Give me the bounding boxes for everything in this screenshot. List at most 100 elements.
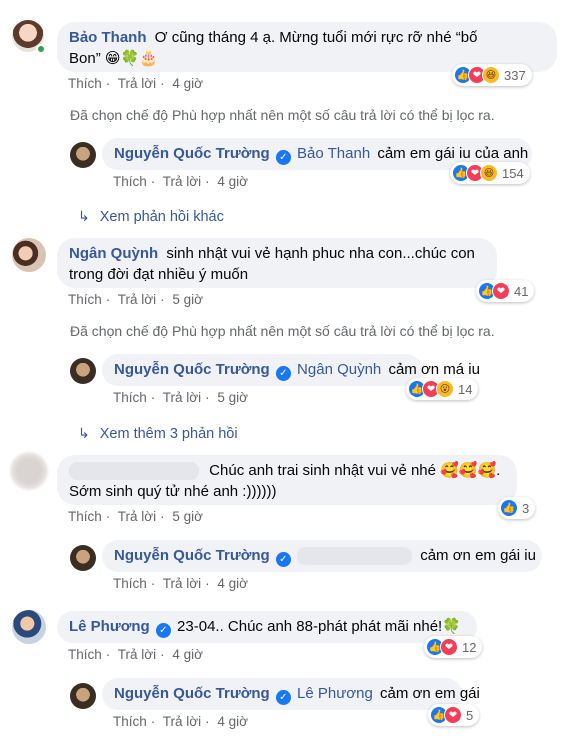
reply-actions: Thích · Trả lời · 4 giờ (113, 576, 249, 591)
avatar[interactable] (70, 142, 96, 168)
avatar[interactable] (70, 358, 96, 384)
reply-text: cảm ơn má iu (388, 361, 480, 378)
verified-check-icon: ✓ (275, 552, 291, 567)
reply-actions: Thích · Trả lời · 5 giờ (113, 390, 249, 405)
reaction-count: 154 (502, 165, 524, 181)
filter-notice: Đã chọn chế độ Phù hợp nhất nên một số c… (70, 323, 495, 339)
like-button[interactable]: Thích (113, 390, 147, 405)
like-button[interactable]: Thích (68, 509, 102, 524)
like-button[interactable]: Thích (113, 174, 147, 189)
wow-reaction-icon: 😮 (436, 380, 454, 398)
reaction-summary[interactable]: 👍 ❤ 41 (476, 280, 535, 302)
like-button[interactable]: Thích (113, 576, 147, 591)
reply-author[interactable]: Nguyễn Quốc Trường (114, 145, 270, 162)
mention-tag[interactable]: Lê Phương (297, 685, 373, 702)
reply-time: 5 giờ (217, 390, 249, 405)
comment-actions: Thích · Trả lời · 4 giờ (68, 76, 204, 91)
reply-author[interactable]: Nguyễn Quốc Trường (114, 361, 270, 378)
comment-time: 4 giờ (172, 76, 204, 91)
filter-notice: Đã chọn chế độ Phù hợp nhất nên một số c… (70, 107, 495, 123)
comment-author[interactable]: Lê Phương (69, 618, 150, 635)
like-button[interactable]: Thích (68, 647, 102, 662)
comment-bubble: Ngân Quỳnh sinh nhật vui vẻ hạnh phuc nh… (57, 238, 497, 288)
mention-tag-redacted[interactable] (297, 547, 413, 566)
like-button[interactable]: Thích (68, 292, 102, 307)
comment-author-redacted[interactable] (69, 462, 199, 481)
reply-author[interactable]: Nguyễn Quốc Trường (114, 547, 270, 564)
verified-check-icon: ✓ (275, 150, 291, 165)
love-reaction-icon: ❤ (440, 638, 458, 656)
reply-text: cảm ơn em gái iu (420, 547, 536, 564)
reaction-count: 41 (514, 283, 529, 299)
reply-arrow-icon: ↳ (78, 208, 90, 224)
like-button[interactable]: Thích (68, 76, 102, 91)
reaction-count: 12 (462, 639, 477, 655)
reply-time: 4 giờ (217, 714, 249, 729)
reply-button[interactable]: Trả lời (118, 509, 156, 524)
view-more-replies-link[interactable]: ↳ Xem thêm 3 phản hồi (78, 425, 238, 442)
reply-actions: Thích · Trả lời · 4 giờ (113, 714, 249, 729)
reply-button[interactable]: Trả lời (118, 292, 156, 307)
comment-text-line2: trong đời đạt nhiều ý muốn (69, 266, 249, 283)
reaction-summary[interactable]: 👍 ❤ 😆 154 (450, 162, 530, 184)
avatar[interactable] (12, 610, 46, 644)
like-reaction-icon: 👍 (500, 499, 518, 517)
reply-button[interactable]: Trả lời (163, 714, 201, 729)
comment-text: sinh nhật vui vẻ hạnh phuc nha con...chú… (166, 245, 475, 262)
reply-time: 4 giờ (217, 174, 249, 189)
comment-author[interactable]: Ngân Quỳnh (69, 245, 158, 262)
avatar[interactable] (70, 545, 96, 571)
reaction-summary[interactable]: 👍 ❤ 5 (428, 704, 480, 726)
haha-reaction-icon: 😆 (480, 164, 498, 182)
comment-text: 23-04.. Chúc anh 88-phát phát mãi nhé!🍀 (177, 618, 461, 635)
reaction-count: 5 (466, 707, 474, 723)
comment-time: 5 giờ (172, 509, 204, 524)
comment-time: 4 giờ (172, 647, 204, 662)
like-button[interactable]: Thích (113, 714, 147, 729)
reaction-summary[interactable]: 👍 3 (498, 497, 536, 519)
mention-tag[interactable]: Ngân Quỳnh (297, 361, 381, 378)
comment-bubble: Lê Phương ✓ 23-04.. Chúc anh 88-phát phá… (57, 611, 477, 643)
view-more-replies-link[interactable]: ↳ Xem phản hồi khác (78, 208, 224, 225)
reply-text: cảm em gái iu của anh (377, 145, 529, 162)
reply-button[interactable]: Trả lời (163, 174, 201, 189)
online-status-dot (36, 44, 46, 54)
reaction-summary[interactable]: 👍 ❤ 😆 337 (452, 64, 532, 86)
haha-reaction-icon: 😆 (482, 66, 500, 84)
comment-text-line2: Sớm sinh quý tử nhé anh :)))))) (69, 483, 277, 500)
reply-bubble: Nguyễn Quốc Trường ✓ Ngân Quỳnh cảm ơn m… (102, 354, 480, 386)
reaction-summary[interactable]: 👍 ❤ 😮 14 (406, 378, 479, 400)
comment-author[interactable]: Bảo Thanh (69, 29, 147, 46)
comment-bubble: Chúc anh trai sinh nhật vui vẻ nhé 🥰🥰🥰. … (57, 455, 517, 505)
avatar[interactable] (70, 683, 96, 709)
reply-arrow-icon: ↳ (78, 425, 90, 441)
comment-actions: Thích · Trả lời · 5 giờ (68, 292, 204, 307)
reply-bubble: Nguyễn Quốc Trường ✓ cảm ơn em gái iu (102, 540, 542, 572)
reply-button[interactable]: Trả lời (118, 76, 156, 91)
reaction-count: 337 (504, 67, 526, 83)
mention-tag[interactable]: Bảo Thanh (297, 145, 370, 162)
love-reaction-icon: ❤ (444, 706, 462, 724)
reaction-count: 3 (522, 500, 530, 516)
avatar[interactable] (10, 452, 48, 490)
verified-check-icon: ✓ (155, 623, 171, 638)
comment-time: 5 giờ (172, 292, 204, 307)
reply-button[interactable]: Trả lời (118, 647, 156, 662)
reply-text: cảm ơn em gái (379, 685, 480, 702)
reply-author[interactable]: Nguyễn Quốc Trường (114, 685, 270, 702)
reply-button[interactable]: Trả lời (163, 576, 201, 591)
comment-text-line2: Bon” 😁🍀🎂 (69, 50, 158, 67)
reply-button[interactable]: Trả lời (163, 390, 201, 405)
comment-text: Chúc anh trai sinh nhật vui vẻ nhé 🥰🥰🥰. (209, 462, 501, 479)
comment-actions: Thích · Trả lời · 5 giờ (68, 509, 204, 524)
reply-time: 4 giờ (217, 576, 249, 591)
avatar[interactable] (12, 238, 46, 272)
love-reaction-icon: ❤ (492, 282, 510, 300)
reply-bubble: Nguyễn Quốc Trường ✓ Lê Phương cảm ơn em… (102, 678, 480, 710)
verified-check-icon: ✓ (275, 366, 291, 381)
comment-text: Ơ cũng tháng 4 ạ. Mừng tuổi mới rực rỡ n… (154, 29, 478, 46)
verified-check-icon: ✓ (275, 690, 291, 705)
reply-actions: Thích · Trả lời · 4 giờ (113, 174, 249, 189)
comment-actions: Thích · Trả lời · 4 giờ (68, 647, 204, 662)
reaction-summary[interactable]: 👍 ❤ 12 (424, 636, 483, 658)
